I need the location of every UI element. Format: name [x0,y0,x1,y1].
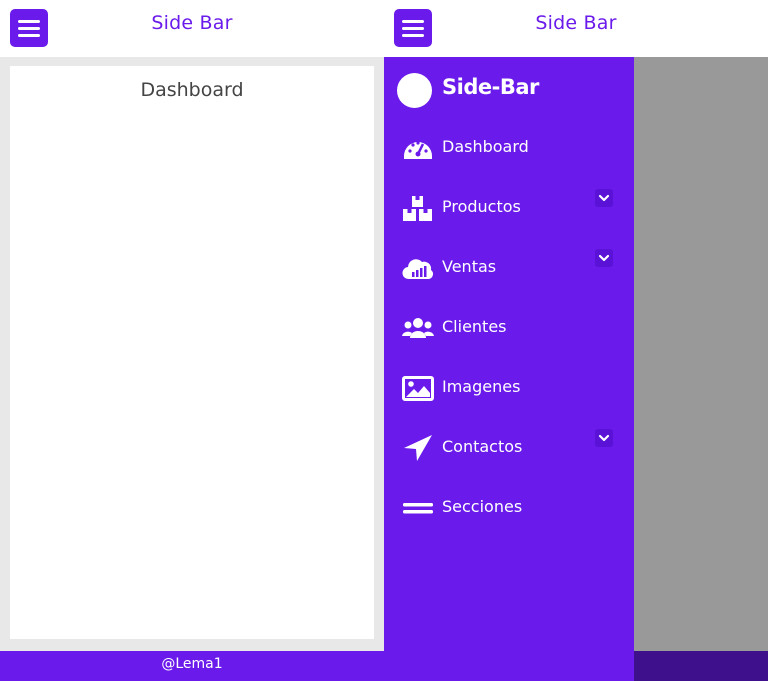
chevron-down-icon[interactable] [595,189,613,207]
sidebar-item-clientes[interactable]: Clientes [384,306,634,350]
screen-open-state: Side Bar Side-Bar Dashboard Productos Ve… [384,0,768,681]
sidebar-item-label: Productos [442,197,521,216]
sidebar-header: Side-Bar [397,73,627,109]
dashboard-card [10,66,374,639]
sidebar-title: Side-Bar [442,75,539,99]
sidebar-item-imagenes[interactable]: Imagenes [384,366,634,410]
sidebar-item-ventas[interactable]: Ventas [384,246,634,290]
app-title: Side Bar [535,12,617,34]
sidebar-item-label: Ventas [442,257,497,276]
image-icon [402,374,434,402]
footer: @Lema1 [0,651,384,681]
sidebar: Side-Bar Dashboard Productos Ventas Clie… [384,57,634,681]
sidebar-item-contactos[interactable]: Contactos [384,426,634,470]
boxes-icon [402,194,434,222]
sidebar-item-secciones[interactable]: Secciones [384,486,634,530]
cloud-chart-icon [402,254,434,282]
chevron-down-icon[interactable] [595,429,613,447]
sidebar-item-productos[interactable]: Productos [384,186,634,230]
top-bar: Side Bar [384,0,768,57]
sidebar-item-label: Imagenes [442,377,521,396]
sidebar-item-label: Secciones [442,497,523,516]
sidebar-item-label: Dashboard [442,137,529,156]
equals-icon [402,494,434,522]
paper-plane-icon [402,434,434,462]
hamburger-line [18,34,40,37]
hamburger-line [402,34,424,37]
card-title: Dashboard [140,79,244,101]
sidebar-item-label: Contactos [442,437,523,456]
top-bar: Side Bar [0,0,384,57]
users-icon [402,314,434,342]
sidebar-item-label: Clientes [442,317,507,336]
screen-closed-state: Side Bar Dashboard @Lema1 [0,0,384,681]
dashboard-gauge-icon [402,134,434,162]
chevron-down-icon[interactable] [595,249,613,267]
sidebar-logo-circle [397,73,432,108]
sidebar-item-dashboard[interactable]: Dashboard [384,126,634,170]
app-title: Side Bar [151,12,233,34]
